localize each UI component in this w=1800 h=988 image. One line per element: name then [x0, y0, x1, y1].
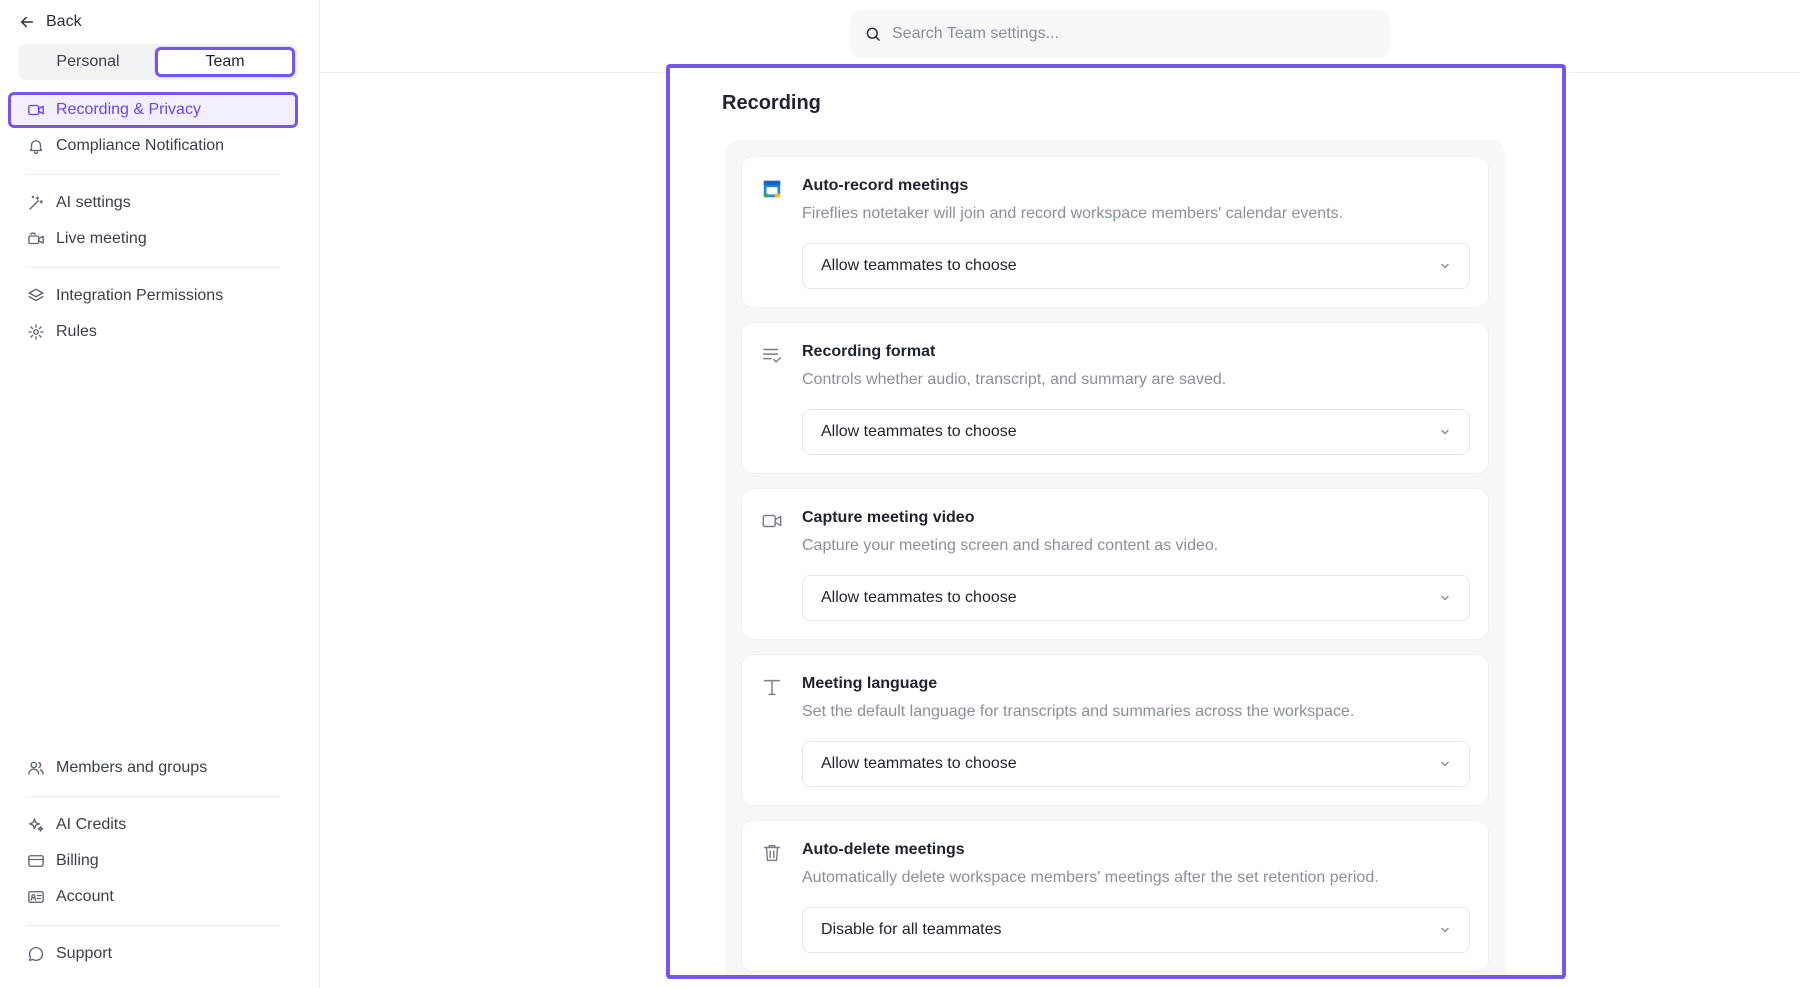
calendar-icon — [760, 177, 784, 201]
setting-title: Auto-delete meetings — [802, 841, 965, 858]
sidebar-item-ai-credits[interactable]: AI Credits — [8, 807, 298, 843]
setting-description: Capture your meeting screen and shared c… — [802, 537, 1219, 554]
chevron-down-icon — [1441, 595, 1449, 601]
nav-divider — [26, 925, 280, 926]
sidebar-item-label: AI Credits — [56, 816, 127, 833]
trash-icon — [760, 841, 784, 865]
auto-record-select[interactable]: Allow teammates to choose — [802, 243, 1470, 289]
sparkles-icon — [26, 815, 46, 835]
scope-switcher: Personal Team — [18, 44, 298, 80]
sidebar-item-label: Billing — [56, 852, 99, 869]
sidebar-item-members-and-groups[interactable]: Members and groups — [8, 750, 298, 786]
chevron-down-icon — [1441, 927, 1449, 933]
settings-sidebar: Back Personal Team Recording & Privacy C… — [0, 0, 320, 988]
video-camera-icon — [26, 100, 46, 120]
setting-description: Set the default language for transcripts… — [802, 703, 1355, 720]
setting-title: Auto-record meetings — [802, 177, 969, 194]
tab-team[interactable]: Team — [155, 47, 295, 77]
live-camera-icon — [26, 229, 46, 249]
sidebar-item-billing[interactable]: Billing — [8, 843, 298, 879]
back-button[interactable]: Back — [18, 10, 82, 34]
sidebar-item-label: Rules — [56, 323, 97, 340]
chevron-down-icon — [1441, 263, 1449, 269]
users-icon — [26, 758, 46, 778]
search-box — [850, 10, 1390, 58]
top-bar — [320, 0, 1800, 73]
setting-card-auto-record: Auto-record meetings Fireflies notetaker… — [741, 156, 1489, 308]
search-input[interactable] — [892, 25, 1352, 43]
id-card-icon — [26, 887, 46, 907]
tab-personal[interactable]: Personal — [21, 47, 155, 77]
sidebar-item-live-meeting[interactable]: Live meeting — [8, 221, 298, 257]
video-camera-icon — [760, 509, 784, 533]
sidebar-item-integration-permissions[interactable]: Integration Permissions — [8, 278, 298, 314]
setting-description: Automatically delete workspace members' … — [802, 869, 1379, 886]
setting-card-capture-video: Capture meeting video Capture your meeti… — [741, 488, 1489, 640]
recording-format-select[interactable]: Allow teammates to choose — [802, 409, 1470, 455]
sidebar-item-support[interactable]: Support — [8, 936, 298, 972]
setting-title: Meeting language — [802, 675, 938, 692]
section-title: Recording — [722, 92, 821, 114]
sidebar-item-label: Integration Permissions — [56, 287, 224, 304]
select-value: Allow teammates to choose — [821, 423, 1017, 440]
sidebar-item-label: Recording & Privacy — [56, 101, 201, 118]
sidebar-item-label: Live meeting — [56, 230, 147, 247]
nav-divider — [26, 796, 280, 797]
nav-divider — [26, 267, 280, 268]
capture-video-select[interactable]: Allow teammates to choose — [802, 575, 1470, 621]
sidebar-item-recording-privacy[interactable]: Recording & Privacy — [8, 92, 298, 128]
setting-title: Recording format — [802, 343, 936, 360]
setting-description: Fireflies notetaker will join and record… — [802, 205, 1344, 222]
setting-card-recording-format: Recording format Controls whether audio,… — [741, 322, 1489, 474]
sidebar-item-label: Compliance Notification — [56, 137, 225, 154]
sidebar-item-account[interactable]: Account — [8, 879, 298, 915]
back-label: Back — [46, 13, 82, 30]
search-icon — [866, 27, 880, 41]
sidebar-item-ai-settings[interactable]: AI settings — [8, 185, 298, 221]
nav-divider — [26, 174, 280, 175]
settings-nav: Recording & Privacy Compliance Notificat… — [8, 92, 298, 350]
settings-gear-icon — [26, 322, 46, 342]
settings-nav-bottom: Members and groups AI Credits Billing Ac… — [8, 750, 298, 972]
arrow-left-icon — [21, 16, 33, 28]
chat-bubble-icon — [26, 944, 46, 964]
text-type-icon — [760, 675, 784, 699]
bell-icon — [26, 136, 46, 156]
setting-card-meeting-language: Meeting language Set the default languag… — [741, 654, 1489, 806]
select-value: Allow teammates to choose — [821, 755, 1017, 772]
magic-wand-icon — [26, 193, 46, 213]
setting-title: Capture meeting video — [802, 509, 975, 526]
sidebar-item-compliance-notification[interactable]: Compliance Notification — [8, 128, 298, 164]
auto-delete-select[interactable]: Disable for all teammates — [802, 907, 1470, 953]
setting-card-auto-delete: Auto-delete meetings Automatically delet… — [741, 820, 1489, 972]
setting-description: Controls whether audio, transcript, and … — [802, 371, 1227, 388]
recording-settings-panel: Recording Auto-record meetings Fireflies… — [666, 64, 1566, 979]
select-value: Disable for all teammates — [821, 921, 1002, 938]
meeting-language-select[interactable]: Allow teammates to choose — [802, 741, 1470, 787]
settings-cards: Auto-record meetings Fireflies notetaker… — [725, 140, 1505, 975]
select-value: Allow teammates to choose — [821, 589, 1017, 606]
sidebar-item-label: Support — [56, 945, 113, 962]
chevron-down-icon — [1441, 429, 1449, 435]
sidebar-item-rules[interactable]: Rules — [8, 314, 298, 350]
chevron-down-icon — [1441, 761, 1449, 767]
sidebar-item-label: AI settings — [56, 194, 131, 211]
sidebar-item-label: Account — [56, 888, 114, 905]
select-value: Allow teammates to choose — [821, 257, 1017, 274]
credit-card-icon — [26, 851, 46, 871]
list-check-icon — [760, 343, 784, 367]
sidebar-item-label: Members and groups — [56, 759, 208, 776]
layers-icon — [26, 286, 46, 306]
